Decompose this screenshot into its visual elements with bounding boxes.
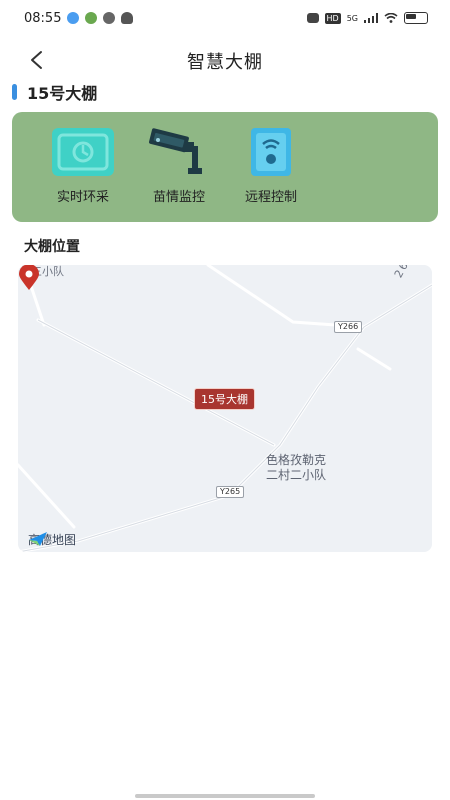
amap-logo-icon <box>29 532 47 546</box>
wifi-icon <box>384 13 398 23</box>
home-indicator[interactable] <box>135 794 315 798</box>
status-left: 08:55 <box>24 10 134 26</box>
environment-monitor-icon <box>52 128 114 176</box>
nav-bar: 智慧大棚 <box>0 36 450 86</box>
section-accent-bar <box>12 84 17 100</box>
feature-seedling-monitor[interactable]: 苗情监控 <box>134 128 224 205</box>
map-village-label: 色格孜勒克 二村二小队 <box>266 453 326 483</box>
road <box>18 463 76 529</box>
cloud-icon <box>121 12 134 24</box>
sync-icon <box>103 12 116 24</box>
status-right: HD 5G <box>306 12 428 24</box>
network-type: 5G <box>346 13 358 23</box>
battery-icon <box>404 12 428 24</box>
location-title: 大棚位置 <box>24 239 80 255</box>
app-notification-icon <box>85 12 98 24</box>
road-tag-y265: Y265 <box>216 486 245 498</box>
hd-badge: HD <box>324 12 341 24</box>
road <box>206 265 366 329</box>
village-line: 色格孜勒克 <box>266 453 327 467</box>
greenhouse-name: 15号大棚 <box>27 84 98 103</box>
remote-control-icon <box>251 128 291 176</box>
feature-label: 实时环采 <box>56 190 109 205</box>
qq-icon <box>67 12 80 24</box>
signal-icon <box>364 13 378 23</box>
map-pin-icon[interactable] <box>18 265 40 291</box>
feature-label: 苗情监控 <box>152 190 205 205</box>
road <box>356 347 392 371</box>
village-line: 二村二小队 <box>266 468 327 482</box>
greenhouse-header: 15号大棚 <box>12 80 97 104</box>
road-tag-y266: Y266 <box>334 321 363 333</box>
feature-remote-control[interactable]: 远程控制 <box>226 128 316 205</box>
map-view[interactable]: 村三小队 265乡 Y266 Y265 15号大棚 色格孜勒克 二村二小队 高德… <box>18 265 432 552</box>
vibrate-icon <box>306 13 319 23</box>
map-marker-label[interactable]: 15号大棚 <box>194 388 255 410</box>
security-camera-icon <box>149 128 202 174</box>
status-time: 08:55 <box>24 10 62 26</box>
back-button[interactable] <box>22 46 50 74</box>
feature-label: 远程控制 <box>244 190 297 205</box>
feature-card: 实时环采 苗情监控 远程控制 <box>12 112 438 222</box>
status-bar: 08:55 HD 5G <box>0 0 450 36</box>
page-title: 智慧大棚 <box>187 52 263 73</box>
map-provider-logo: 高德地图 <box>28 531 76 548</box>
chevron-left-icon <box>31 51 42 69</box>
road-edge <box>37 319 275 446</box>
feature-realtime-environment[interactable]: 实时环采 <box>38 128 128 205</box>
